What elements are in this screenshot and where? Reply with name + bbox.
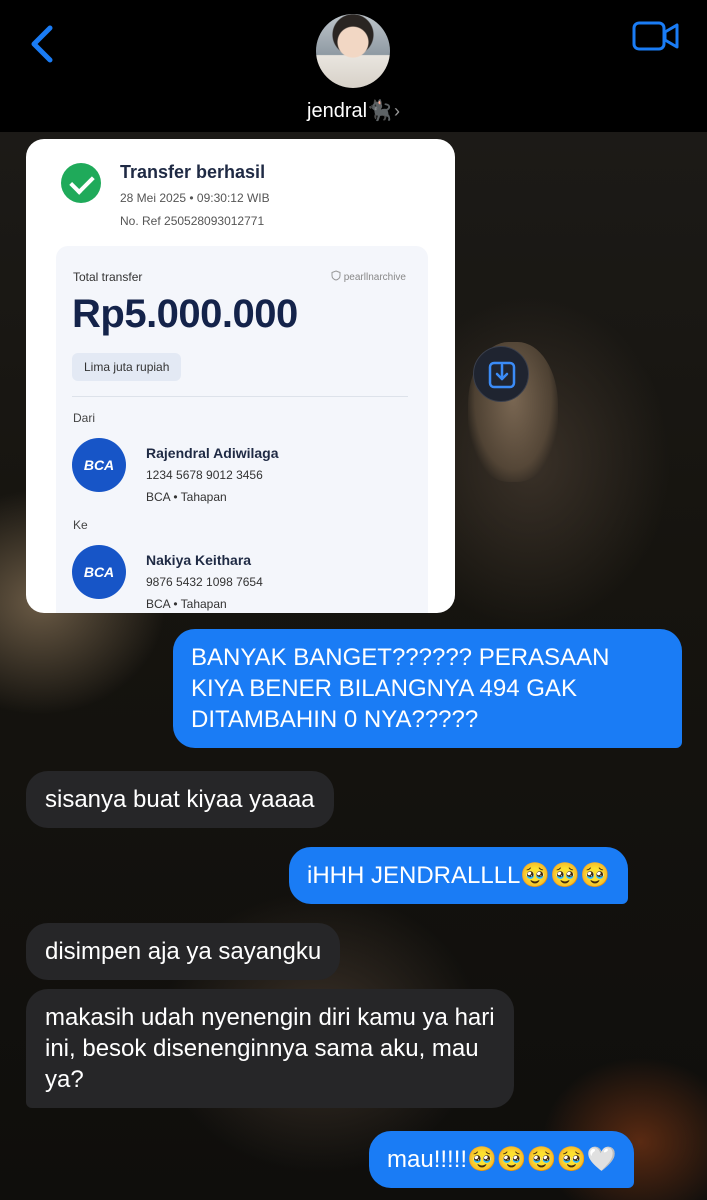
transfer-receipt-image[interactable]: Transfer berhasil 28 Mei 2025 • 09:30:12… [26,139,455,613]
recipient-name: Nakiya Keithara [146,552,252,568]
chevron-right-icon: › [393,101,400,121]
video-call-icon[interactable] [632,20,680,52]
receipt-title: Transfer berhasil [120,162,266,182]
avatar[interactable] [316,14,390,88]
message-bubble-sent[interactable]: BANYAK BANGET?????? PERASAAN KIYA BENER … [173,629,682,748]
receipt-datetime: 28 Mei 2025 • 09:30:12 WIB [120,191,270,205]
message-bubble-sent[interactable]: iHHH JENDRALLLL🥹🥹🥹 [289,847,629,904]
bca-logo-icon: BCA [72,438,126,492]
divider [72,396,408,397]
total-transfer-label: Total transfer [73,270,143,284]
contact-name-button[interactable]: jendral🐈‍⬛ › [0,98,707,123]
transfer-amount: Rp5.000.000 [72,292,298,336]
receipt-reference: No. Ref 250528093012771 [120,214,265,228]
bca-logo-icon: BCA [72,545,126,599]
chat-header: jendral🐈‍⬛ › [0,0,707,132]
recipient-account: 9876 5432 1098 7654 [146,575,263,589]
shield-icon [331,270,341,281]
save-download-icon[interactable] [473,346,529,402]
sender-name: Rajendral Adiwilaga [146,445,279,461]
from-label: Dari [73,411,96,425]
recipient-account-type: BCA • Tahapan [146,597,227,611]
contact-name: jendral🐈‍⬛ [307,100,392,122]
sender-account: 1234 5678 9012 3456 [146,468,263,482]
receipt-detail-panel: Total transfer pearllnarchive Rp5.000.00… [56,246,428,613]
amount-in-words: Lima juta rupiah [72,353,182,381]
message-bubble-received[interactable]: sisanya buat kiyaa yaaaa [26,771,334,828]
message-bubble-received[interactable]: makasih udah nyenengin diri kamu ya hari… [26,989,514,1108]
checkmark-icon [61,163,101,203]
sender-account-type: BCA • Tahapan [146,490,227,504]
watermark: pearllnarchive [331,270,406,283]
chevron-left-icon[interactable] [24,22,64,66]
to-label: Ke [73,518,88,532]
message-bubble-received[interactable]: disimpen aja ya sayangku [26,923,341,980]
message-bubble-sent[interactable]: mau!!!!!🥹🥹🥹🥹🤍 [369,1131,635,1188]
